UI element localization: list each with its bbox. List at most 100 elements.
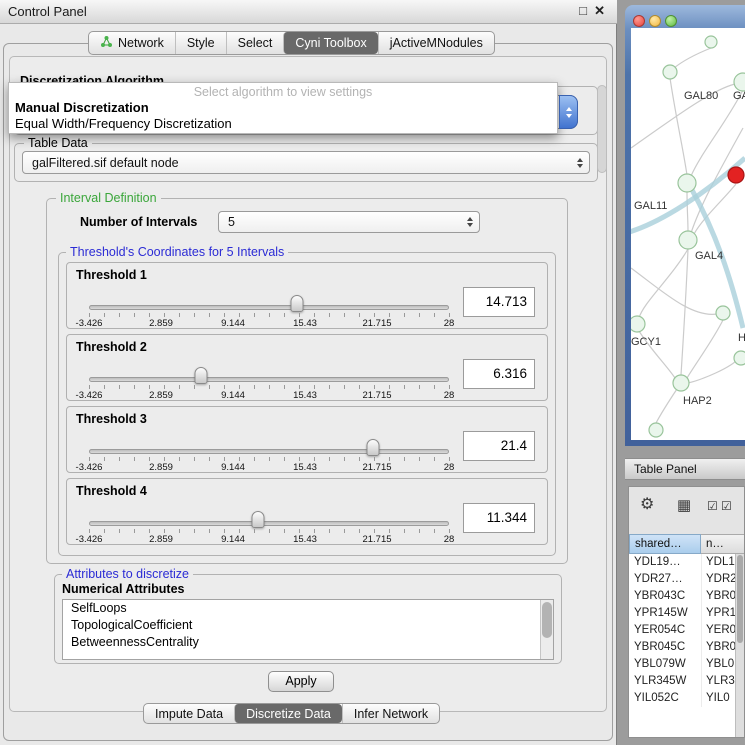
tab-label: Impute Data	[155, 707, 223, 721]
scale-label: 15.43	[293, 462, 317, 473]
network-edge	[688, 358, 739, 383]
scale-label: -3.426	[76, 318, 103, 329]
float-window-icon[interactable]: □	[579, 3, 587, 18]
scale-label: 2.859	[149, 534, 173, 545]
threshold-2-slider-thumb[interactable]	[194, 367, 207, 384]
numerical-attributes-label: Numerical Attributes	[62, 582, 184, 596]
network-node[interactable]	[734, 73, 745, 91]
cell-name: YER0	[701, 622, 735, 639]
node-label: H	[738, 332, 745, 344]
minimize-traffic-light[interactable]	[649, 15, 661, 27]
tab-label: Discretize Data	[246, 707, 331, 721]
checkbox-icon[interactable]: ☑	[707, 499, 718, 513]
slider-tick-marks	[89, 529, 450, 533]
tab-discretize-data[interactable]: Discretize Data	[234, 704, 342, 723]
network-node-selected[interactable]	[728, 167, 744, 183]
number-of-intervals-combobox[interactable]: 5	[218, 211, 480, 233]
table-row[interactable]: YER054CYER0	[629, 622, 735, 639]
network-graph: GAL80 GA GAL11 GAL4 GCY1 HAP2 H	[631, 28, 745, 440]
list-scrollbar[interactable]	[540, 600, 553, 659]
cell-shared-name: YER054C	[629, 622, 701, 639]
network-edge	[631, 84, 735, 148]
threshold-3-slider-thumb[interactable]	[367, 439, 380, 456]
table-row[interactable]: YPR145WYPR1	[629, 605, 735, 622]
table-row[interactable]: YBR045CYBR0	[629, 639, 735, 656]
column-selector-icon[interactable]: ▦	[677, 498, 691, 514]
tab-impute-data[interactable]: Impute Data	[144, 704, 234, 723]
table-row[interactable]: YIL052CYIL0	[629, 690, 735, 707]
scale-label: 28	[444, 462, 455, 473]
dropdown-option-manual-discretization[interactable]: Manual Discretization	[15, 100, 557, 115]
column-header-shared-name[interactable]: shared…	[629, 534, 701, 554]
network-node[interactable]	[705, 36, 717, 48]
dropdown-option-equal-width-frequency[interactable]: Equal Width/Frequency Discretization	[15, 116, 557, 131]
node-label: GCY1	[631, 336, 661, 348]
list-item[interactable]: TopologicalCoefficient	[63, 617, 553, 634]
threshold-4-value-field[interactable]: 11.344	[463, 503, 535, 533]
scale-label: 28	[444, 318, 455, 329]
table-row[interactable]: YDL19…YDL1	[629, 554, 735, 571]
column-header-name[interactable]: n…	[701, 534, 745, 554]
list-item[interactable]: BetweennessCentrality	[63, 634, 553, 651]
table-scrollbar[interactable]	[735, 554, 744, 738]
cell-shared-name: YBR043C	[629, 588, 701, 605]
zoom-traffic-light[interactable]	[665, 15, 677, 27]
threshold-4-slider-thumb[interactable]	[252, 511, 265, 528]
table-row[interactable]: YDR27…YDR2	[629, 571, 735, 588]
threshold-2-value-field[interactable]: 6.316	[463, 359, 535, 389]
network-edge	[687, 320, 723, 378]
node-label: GA	[733, 90, 745, 102]
table-row[interactable]: YBL079WYBL0	[629, 656, 735, 673]
cell-name: YBR0	[701, 588, 735, 605]
threshold-2-label: Threshold 2	[76, 340, 147, 354]
table-panel-header[interactable]: Table Panel	[625, 458, 745, 480]
network-node[interactable]	[673, 375, 689, 391]
cell-shared-name: YLR345W	[629, 673, 701, 690]
list-item[interactable]: SelfLoops	[63, 600, 553, 617]
table-body: YDL19…YDL1 YDR27…YDR2 YBR043CYBR0 YPR145…	[629, 554, 735, 738]
algorithm-combobox-stepper[interactable]	[559, 95, 578, 129]
scale-label: 21.715	[362, 462, 391, 473]
network-node[interactable]	[679, 231, 697, 249]
table-row[interactable]: YBR043CYBR0	[629, 588, 735, 605]
thresholds-group-title: Threshold's Coordinates for 5 Intervals	[66, 245, 288, 259]
threshold-1-slider-thumb[interactable]	[290, 295, 303, 312]
scale-label: 9.144	[221, 318, 245, 329]
network-node[interactable]	[649, 423, 663, 437]
tab-style[interactable]: Style	[175, 32, 226, 54]
tab-jactivemnodules[interactable]: jActiveMNodules	[378, 32, 494, 54]
tab-cyni-toolbox[interactable]: Cyni Toolbox	[283, 32, 377, 54]
network-node[interactable]	[678, 174, 696, 192]
network-node[interactable]	[631, 316, 645, 332]
network-node[interactable]	[734, 351, 745, 365]
threshold-3-value-field[interactable]: 21.4	[463, 431, 535, 461]
table-row[interactable]: YLR345WYLR3	[629, 673, 735, 690]
cell-shared-name: YBL079W	[629, 656, 701, 673]
apply-button[interactable]: Apply	[268, 671, 334, 692]
table-data-combobox[interactable]: galFiltered.sif default node	[22, 151, 590, 174]
close-icon[interactable]: ✕	[594, 3, 605, 19]
cell-shared-name: YDL19…	[629, 554, 701, 571]
network-node[interactable]	[663, 65, 677, 79]
network-canvas[interactable]: GAL80 GA GAL11 GAL4 GCY1 HAP2 H	[631, 28, 745, 440]
tab-select[interactable]: Select	[226, 32, 284, 54]
gear-icon[interactable]: ⚙	[640, 495, 654, 515]
table-scrollbar-thumb[interactable]	[737, 555, 743, 643]
slider-tick-marks	[89, 385, 450, 389]
number-of-intervals-label: Number of Intervals	[80, 215, 197, 229]
close-traffic-light[interactable]	[633, 15, 645, 27]
algorithm-dropdown-popup: Select algorithm to view settings Manual…	[8, 82, 558, 134]
threshold-1-value-field[interactable]: 14.713	[463, 287, 535, 317]
network-edge	[674, 48, 711, 68]
tab-network[interactable]: Network	[89, 32, 175, 54]
list-scrollbar-thumb[interactable]	[542, 602, 552, 638]
tab-infer-network[interactable]: Infer Network	[342, 704, 439, 723]
number-of-intervals-value: 5	[228, 215, 235, 229]
network-node[interactable]	[716, 306, 730, 320]
panel-scrollbar-thumb[interactable]	[597, 85, 607, 173]
scale-label: 2.859	[149, 390, 173, 401]
down-arrow-icon	[566, 114, 572, 118]
threshold-1-panel: Threshold 1 -3.426 2.859 9.144 15.43 21.…	[66, 262, 548, 329]
checkbox-icon[interactable]: ☑	[721, 499, 732, 513]
table-data-selected-value: galFiltered.sif default node	[32, 156, 179, 170]
